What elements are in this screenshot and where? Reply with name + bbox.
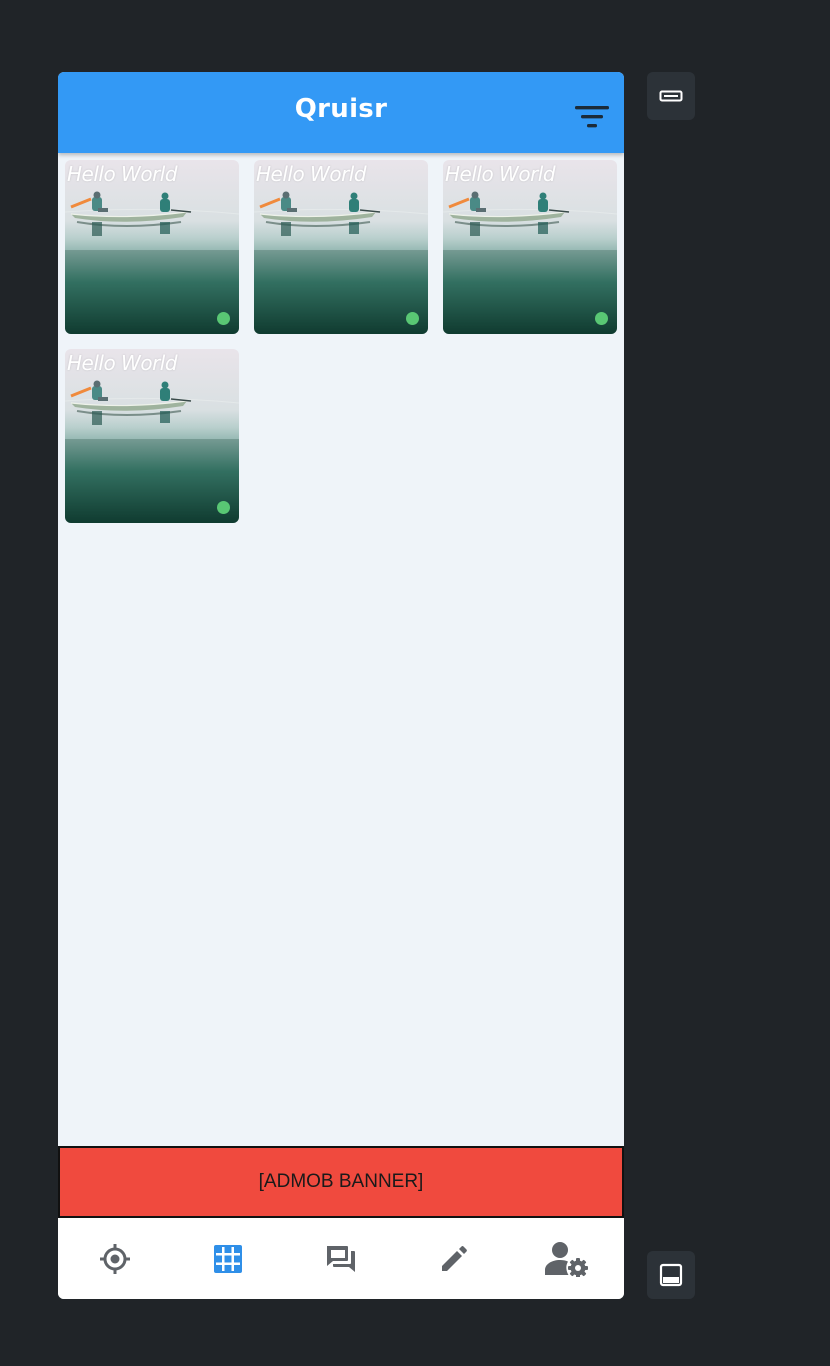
app-screen: Qruisr Hello World Hello World Hello Wor… [58,72,624,1299]
nav-item-edit[interactable] [398,1218,511,1299]
profile-name: Hello World [67,351,178,375]
keyboard-toggle-button[interactable] [647,72,695,120]
location-target-icon [99,1243,130,1274]
profile-photo [254,160,428,334]
keyboard-icon [659,90,683,102]
filter-button[interactable] [574,102,610,132]
online-status-dot [595,312,608,325]
profile-name: Hello World [256,162,367,186]
profile-tile[interactable]: Hello World [65,160,239,334]
pencil-icon [442,1245,468,1271]
bottom-navigation [58,1218,624,1299]
profile-tile[interactable]: Hello World [65,349,239,523]
forum-icon [327,1245,355,1272]
profile-photo [65,349,239,523]
ad-banner[interactable]: [ADMOB BANNER] [58,1146,624,1218]
app-bar: Qruisr [58,72,624,153]
nav-item-grid[interactable] [171,1218,284,1299]
profile-name: Hello World [67,162,178,186]
online-status-dot [217,501,230,514]
profile-photo [65,160,239,334]
grid-icon [213,1244,242,1273]
panel-toggle-button[interactable] [647,1251,695,1299]
nav-item-nearby[interactable] [58,1218,171,1299]
filter-icon [575,106,609,128]
user-settings-icon [545,1241,589,1277]
nav-item-account-settings[interactable] [511,1218,624,1299]
nav-item-messages[interactable] [284,1218,397,1299]
profile-photo [443,160,617,334]
app-title: Qruisr [294,94,388,124]
bottom-panel-icon [659,1263,683,1287]
online-status-dot [406,312,419,325]
profile-name: Hello World [445,162,556,186]
profile-tile[interactable]: Hello World [254,160,428,334]
online-status-dot [217,312,230,325]
profile-tile[interactable]: Hello World [443,160,617,334]
